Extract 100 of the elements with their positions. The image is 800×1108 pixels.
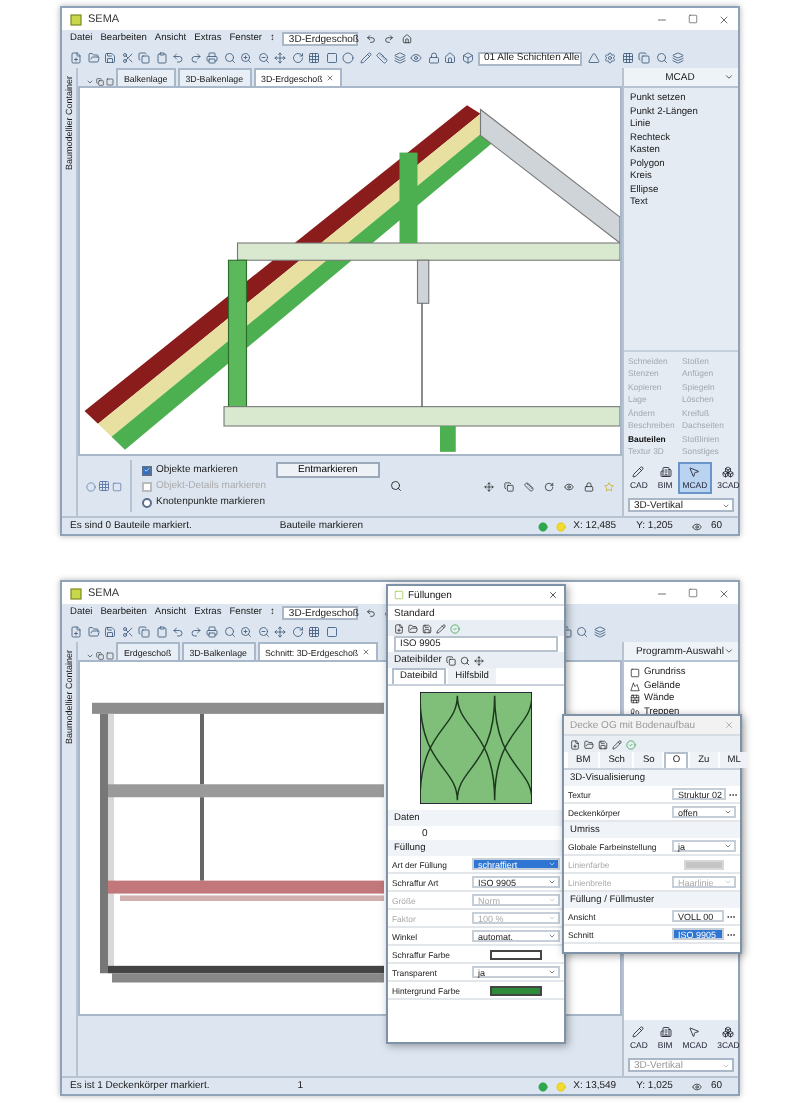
radio-button[interactable] xyxy=(142,497,152,507)
save-icon[interactable] xyxy=(598,739,608,749)
copy-icon[interactable] xyxy=(138,626,150,638)
settings-icon[interactable] xyxy=(604,52,616,64)
color-swatch[interactable] xyxy=(489,949,543,959)
check-circle-icon[interactable] xyxy=(626,739,636,749)
rotate-icon[interactable] xyxy=(544,481,554,491)
pencil-icon[interactable] xyxy=(632,1026,645,1038)
mountain-icon[interactable] xyxy=(630,681,640,691)
grid-icon[interactable] xyxy=(621,52,633,64)
lock-icon[interactable] xyxy=(584,481,594,491)
folder-icon[interactable] xyxy=(408,623,418,633)
save-icon[interactable] xyxy=(422,623,432,633)
pointer-icon[interactable] xyxy=(688,466,701,478)
search-icon[interactable] xyxy=(223,626,235,638)
building-icon[interactable] xyxy=(659,466,672,478)
rotate-icon[interactable] xyxy=(291,626,303,638)
copy-icon[interactable] xyxy=(96,78,104,86)
square-icon[interactable] xyxy=(106,652,114,660)
square-icon[interactable] xyxy=(112,481,122,491)
maximize-icon[interactable] xyxy=(688,588,698,598)
move-icon[interactable] xyxy=(274,626,286,638)
file-plus-icon[interactable] xyxy=(70,626,82,638)
layers-icon[interactable] xyxy=(672,52,684,64)
grid-icon[interactable] xyxy=(308,626,320,638)
undo-icon[interactable] xyxy=(366,608,377,618)
pointer-icon[interactable] xyxy=(688,1026,701,1038)
file-plus-icon[interactable] xyxy=(394,623,404,633)
color-swatch[interactable] xyxy=(489,985,543,995)
eye-icon[interactable] xyxy=(692,1081,703,1091)
move-icon[interactable] xyxy=(473,655,484,665)
scissors-icon[interactable] xyxy=(121,626,133,638)
pencil-icon[interactable] xyxy=(612,739,622,749)
search-icon[interactable] xyxy=(223,52,235,64)
eye-icon[interactable] xyxy=(564,481,574,491)
ruler-icon[interactable] xyxy=(376,52,388,64)
ruler-icon[interactable] xyxy=(524,481,534,491)
footprints-icon[interactable] xyxy=(630,707,640,717)
zoom-out-icon[interactable] xyxy=(257,52,269,64)
redo-icon[interactable] xyxy=(384,34,395,44)
checkbox[interactable] xyxy=(142,465,152,475)
close-icon[interactable] xyxy=(718,13,730,25)
status-dot-icon[interactable] xyxy=(555,521,566,531)
folder-icon[interactable] xyxy=(584,739,594,749)
layers-icon[interactable] xyxy=(393,52,405,64)
eye-icon[interactable] xyxy=(410,52,422,64)
close-icon[interactable] xyxy=(718,587,730,599)
house-icon[interactable] xyxy=(402,34,413,44)
move-icon[interactable] xyxy=(274,52,286,64)
search-icon[interactable] xyxy=(576,626,588,638)
status-dot-icon[interactable] xyxy=(537,521,548,531)
caret-icon[interactable] xyxy=(724,646,734,656)
folder-icon[interactable] xyxy=(87,626,99,638)
save-icon[interactable] xyxy=(104,626,116,638)
lock-icon[interactable] xyxy=(427,52,439,64)
circle-icon[interactable] xyxy=(342,52,354,64)
square-icon[interactable] xyxy=(325,52,337,64)
grid-icon[interactable] xyxy=(308,52,320,64)
scissors-icon[interactable] xyxy=(121,52,133,64)
status-dot-icon[interactable] xyxy=(537,1081,548,1091)
copy-icon[interactable] xyxy=(638,52,650,64)
clipboard-icon[interactable] xyxy=(155,52,167,64)
copy-icon[interactable] xyxy=(504,481,514,491)
copy-icon[interactable] xyxy=(138,52,150,64)
brick-wall-icon[interactable] xyxy=(630,694,640,704)
printer-icon[interactable] xyxy=(206,52,218,64)
status-dot-icon[interactable] xyxy=(555,1081,566,1091)
cube-icon[interactable] xyxy=(461,52,473,64)
copy-icon[interactable] xyxy=(96,652,104,660)
house-icon[interactable] xyxy=(444,52,456,64)
caret-icon[interactable] xyxy=(724,72,734,82)
building-icon[interactable] xyxy=(659,1026,672,1038)
layers-icon[interactable] xyxy=(593,626,605,638)
check-circle-icon[interactable] xyxy=(450,623,460,633)
grid-icon[interactable] xyxy=(98,480,110,492)
undo-icon[interactable] xyxy=(172,626,184,638)
star-icon[interactable] xyxy=(604,481,614,491)
undo-icon[interactable] xyxy=(366,34,377,44)
square-icon[interactable] xyxy=(106,78,114,86)
clipboard-icon[interactable] xyxy=(155,626,167,638)
printer-icon[interactable] xyxy=(206,626,218,638)
pencil-icon[interactable] xyxy=(359,52,371,64)
undo-icon[interactable] xyxy=(172,52,184,64)
file-plus-icon[interactable] xyxy=(70,52,82,64)
rotate-icon[interactable] xyxy=(291,52,303,64)
cubes-icon[interactable] xyxy=(722,466,735,478)
maximize-icon[interactable] xyxy=(688,14,698,24)
zoom-in-icon[interactable] xyxy=(240,626,252,638)
cubes-icon[interactable] xyxy=(722,1026,735,1038)
copy-icon[interactable] xyxy=(445,655,456,665)
pencil-icon[interactable] xyxy=(436,623,446,633)
search-icon[interactable] xyxy=(389,480,402,492)
redo-icon[interactable] xyxy=(189,626,201,638)
eye-icon[interactable] xyxy=(692,521,703,531)
search-icon[interactable] xyxy=(459,655,470,665)
redo-icon[interactable] xyxy=(189,52,201,64)
pencil-icon[interactable] xyxy=(632,466,645,478)
search-icon[interactable] xyxy=(655,52,667,64)
file-plus-icon[interactable] xyxy=(570,739,580,749)
move-icon[interactable] xyxy=(484,481,494,491)
